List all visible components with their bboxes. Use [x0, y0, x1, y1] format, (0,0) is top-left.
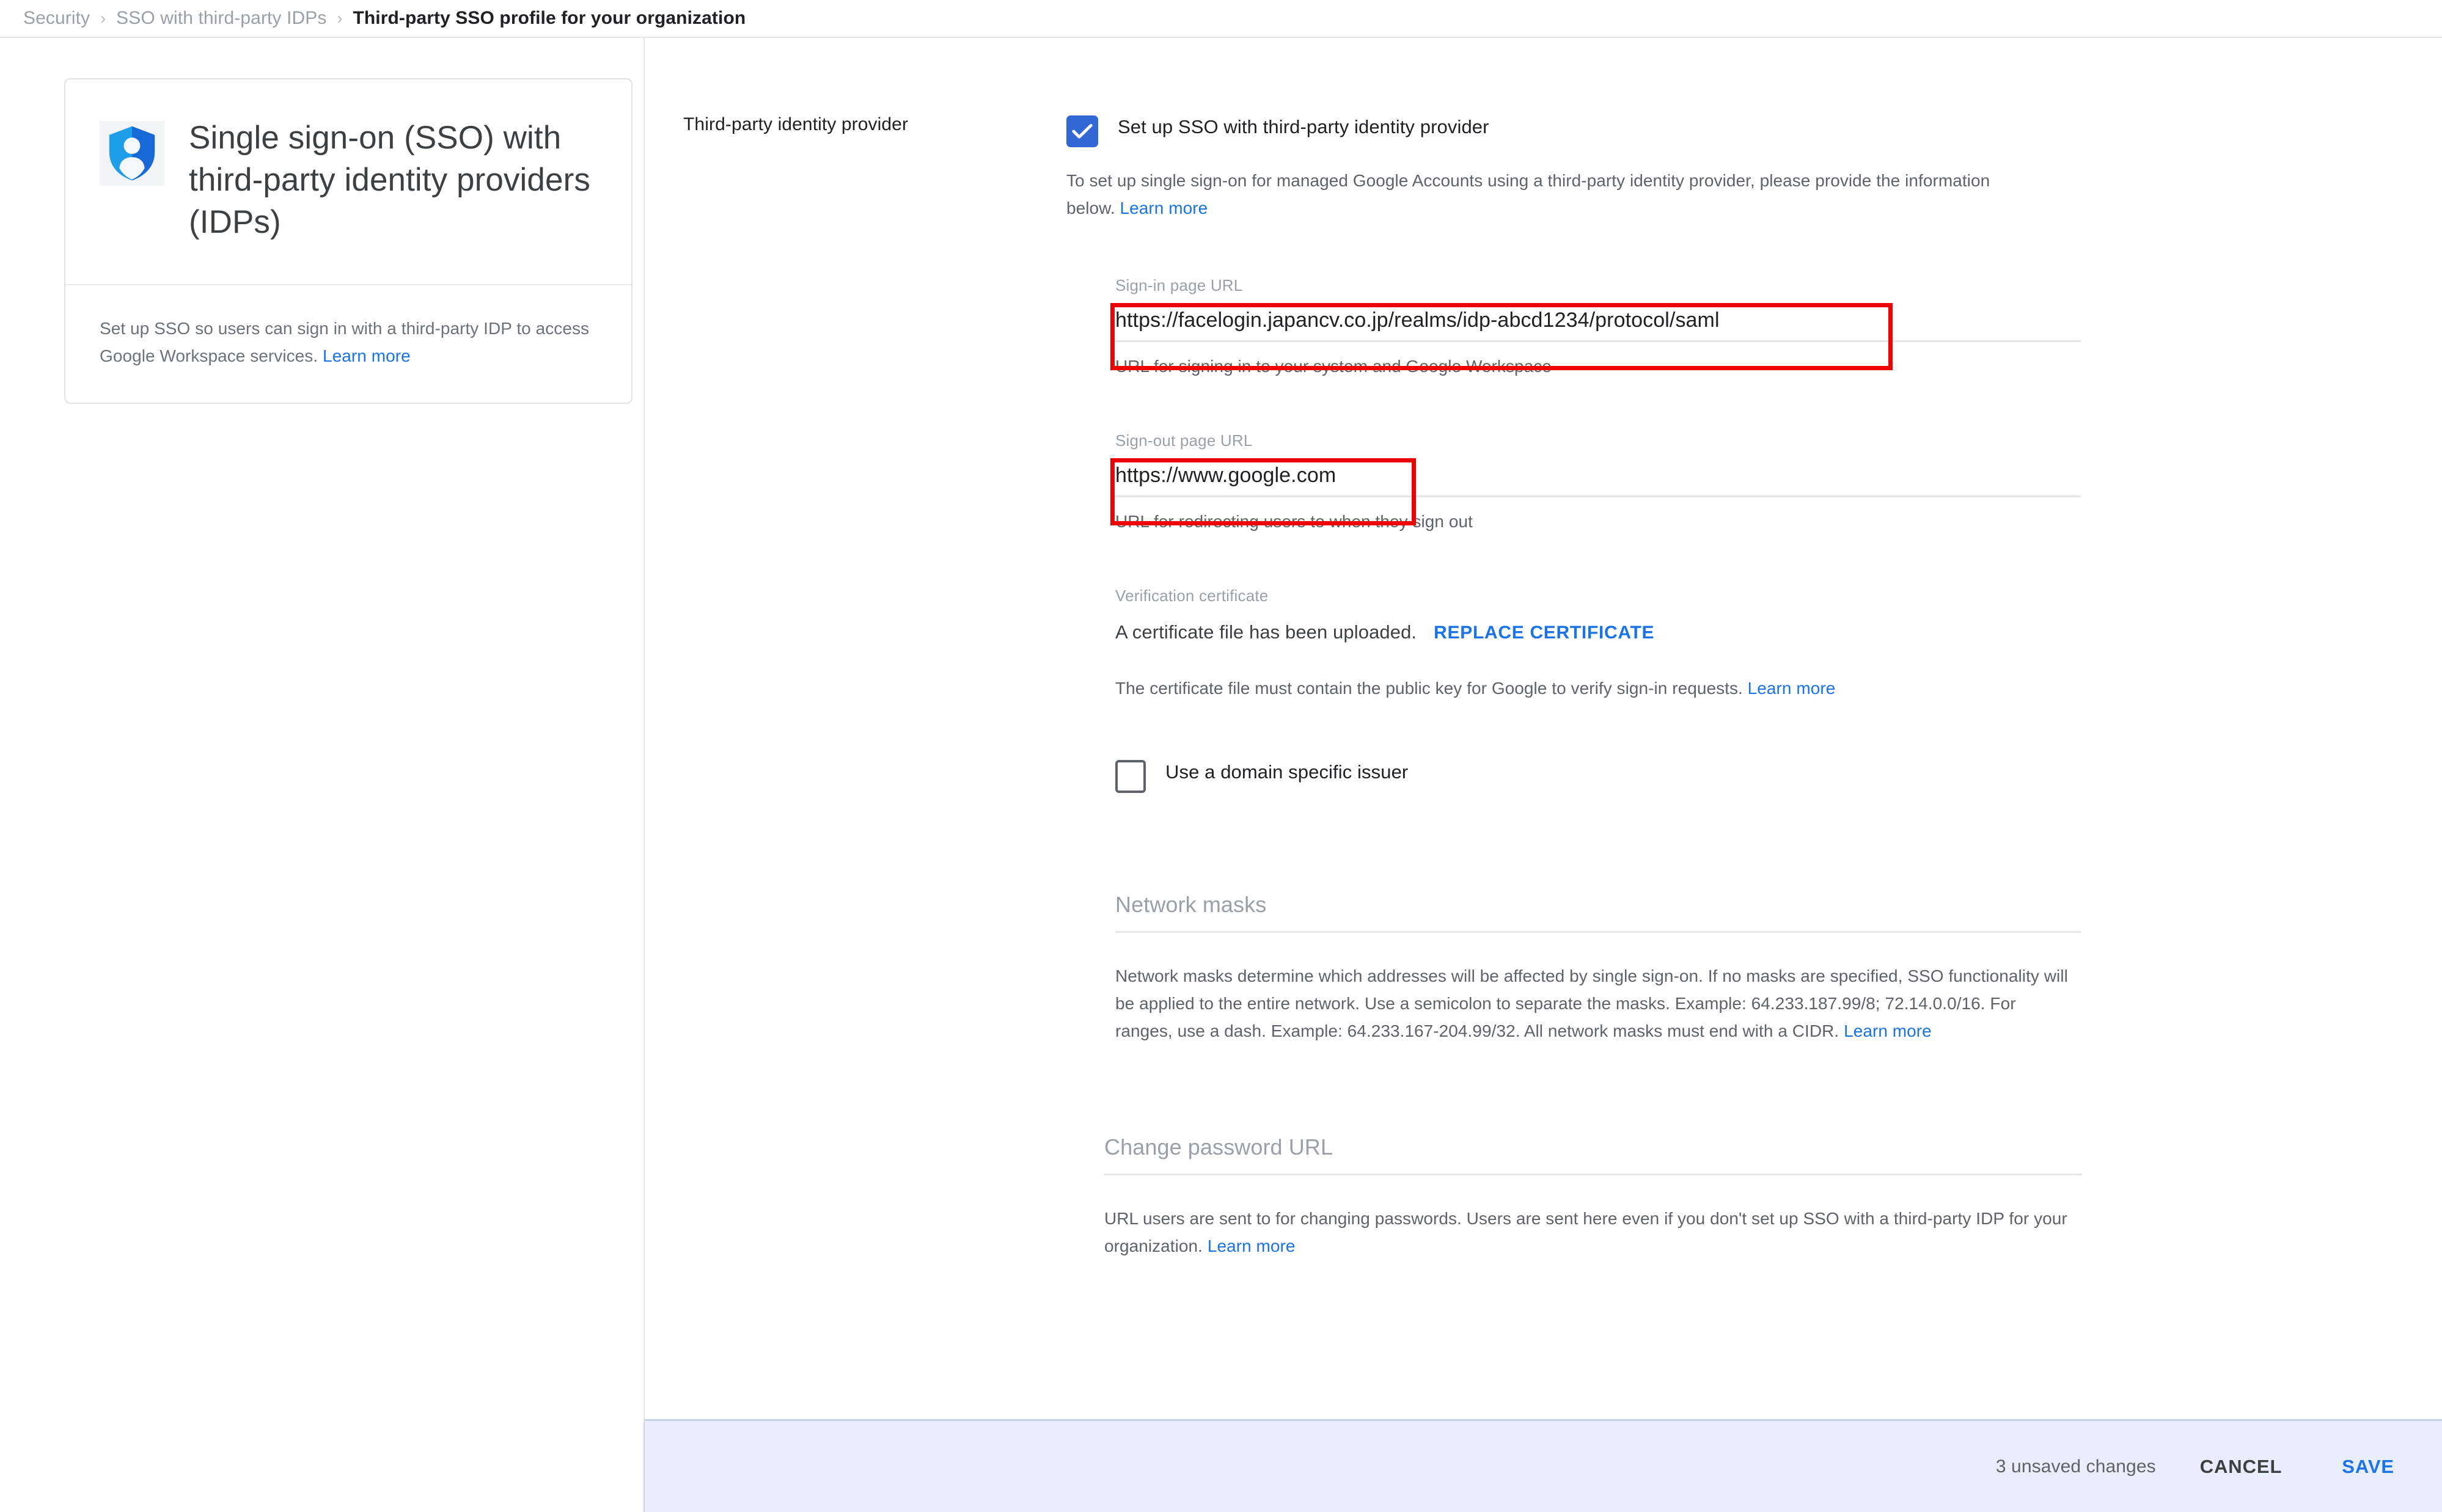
- domain-specific-issuer-checkbox-row[interactable]: Use a domain specific issuer: [1115, 759, 2405, 793]
- info-card-body: Set up SSO so users can sign in with a t…: [65, 285, 631, 403]
- domain-specific-issuer-checkbox-label[interactable]: Use a domain specific issuer: [1165, 759, 1408, 785]
- breadcrumb-separator-icon: ›: [337, 9, 343, 27]
- verification-certificate-field: Verification certificate A certificate f…: [1066, 586, 2405, 698]
- intro-paragraph: To set up single sign-on for managed Goo…: [1066, 167, 2026, 222]
- sso-info-card: Single sign-on (SSO) with third-party id…: [64, 78, 632, 404]
- verification-certificate-label: Verification certificate: [1115, 586, 1269, 605]
- signout-page-url-field: Sign-out page URL https://www.google.com…: [1066, 431, 2405, 531]
- shield-person-icon: [100, 121, 164, 186]
- change-password-url-section-header: Change password URL: [1066, 1134, 2405, 1175]
- signin-page-url-field: Sign-in page URL https://facelogin.japan…: [1066, 276, 2405, 376]
- verification-certificate-value: A certificate file has been uploaded. RE…: [1115, 605, 2405, 643]
- network-masks-section-header: Network masks: [1066, 892, 2405, 933]
- info-card-title: Single sign-on (SSO) with third-party id…: [189, 120, 590, 240]
- network-masks-help: Network masks determine which addresses …: [1115, 962, 2069, 1045]
- signout-page-url-input[interactable]: https://www.google.com: [1115, 450, 2038, 495]
- verification-certificate-help: The certificate file must contain the pu…: [1115, 643, 2405, 698]
- cancel-button[interactable]: CANCEL: [2200, 1456, 2282, 1478]
- verification-certificate-help-text: The certificate file must contain the pu…: [1115, 678, 1743, 698]
- intro-learn-more-link[interactable]: Learn more: [1120, 199, 1208, 217]
- section-label-third-party-identity-provider: Third-party identity provider: [683, 114, 909, 134]
- settings-form: Third-party identity provider Set up SSO…: [645, 38, 2442, 1419]
- signout-page-url-help: URL for redirecting users to when they s…: [1115, 511, 1473, 531]
- change-password-url-help: URL users are sent to for changing passw…: [1104, 1205, 2082, 1260]
- breadcrumb-item-sso-with-third-party-idps[interactable]: SSO with third-party IDPs: [116, 8, 326, 29]
- signin-page-url-label: Sign-in page URL: [1115, 276, 1243, 294]
- change-password-url-learn-more-link[interactable]: Learn more: [1208, 1236, 1296, 1255]
- breadcrumb-item-current: Third-party SSO profile for your organiz…: [353, 8, 746, 28]
- signout-page-url-label: Sign-out page URL: [1115, 431, 1253, 450]
- info-card-description: Set up SSO so users can sign in with a t…: [100, 315, 597, 370]
- info-card-learn-more-link[interactable]: Learn more: [323, 346, 411, 365]
- empty-checkbox-icon[interactable]: [1115, 759, 1146, 793]
- fields-column: Set up SSO with third-party identity pro…: [1066, 114, 2442, 1419]
- change-password-url-rule: [1104, 1173, 2082, 1175]
- setup-sso-checkbox-label[interactable]: Set up SSO with third-party identity pro…: [1118, 114, 1489, 140]
- save-button[interactable]: SAVE: [2342, 1456, 2394, 1478]
- checkmark-icon[interactable]: [1066, 115, 1098, 147]
- change-password-url-title: Change password URL: [1104, 1134, 1333, 1160]
- network-masks-title: Network masks: [1115, 891, 1267, 917]
- setup-sso-checkbox-row[interactable]: Set up SSO with third-party identity pro…: [1066, 114, 2405, 147]
- breadcrumb-separator-icon: ›: [100, 9, 106, 27]
- breadcrumb-item-security[interactable]: Security: [23, 8, 90, 29]
- signin-page-url-help: URL for signing in to your system and Go…: [1115, 356, 1552, 376]
- page-body: Single sign-on (SSO) with third-party id…: [0, 38, 2442, 1512]
- section-label-column: Third-party identity provider: [645, 114, 1066, 1419]
- breadcrumb: Security › SSO with third-party IDPs › T…: [0, 0, 2442, 38]
- unsaved-changes-status: 3 unsaved changes: [1995, 1456, 2156, 1477]
- action-bar: 3 unsaved changes CANCEL SAVE: [645, 1419, 2442, 1512]
- left-info-panel: Single sign-on (SSO) with third-party id…: [0, 38, 645, 1512]
- verification-certificate-learn-more-link[interactable]: Learn more: [1748, 679, 1836, 698]
- verification-certificate-status: A certificate file has been uploaded.: [1115, 621, 1417, 643]
- replace-certificate-button[interactable]: REPLACE CERTIFICATE: [1434, 623, 1654, 643]
- signin-page-url-input[interactable]: https://facelogin.japancv.co.jp/realms/i…: [1115, 295, 2038, 340]
- network-masks-rule: [1115, 930, 2081, 933]
- info-card-header: Single sign-on (SSO) with third-party id…: [65, 79, 631, 285]
- main-content: Third-party identity provider Set up SSO…: [645, 38, 2442, 1512]
- network-masks-learn-more-link[interactable]: Learn more: [1844, 1021, 1932, 1040]
